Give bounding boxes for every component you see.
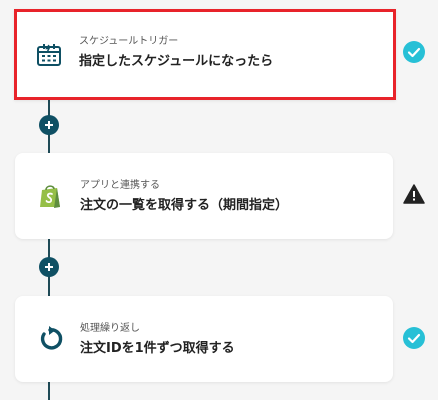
flow-step-shopify-get-orders[interactable]: アプリと連携する 注文の一覧を取得する（期間指定） (15, 153, 393, 239)
plus-icon (45, 121, 53, 129)
loop-icon (35, 324, 65, 354)
flow-step-schedule-trigger[interactable]: スケジュールトリガー 指定したスケジュールになったら (14, 9, 396, 100)
add-step-button[interactable] (39, 257, 59, 277)
plus-icon (45, 263, 53, 271)
flow-step-loop[interactable]: 処理繰り返し 注文IDを1件ずつ取得する (15, 296, 393, 382)
step-subtitle: 処理繰り返し (80, 323, 140, 334)
success-check-icon (403, 41, 425, 63)
warning-icon (403, 183, 425, 205)
shopify-icon (35, 181, 65, 211)
step-subtitle: アプリと連携する (80, 180, 160, 191)
step-subtitle: スケジュールトリガー (79, 36, 179, 47)
step-title: 注文の一覧を取得する（期間指定） (80, 198, 289, 213)
success-check-icon (403, 327, 425, 349)
calendar-icon (34, 40, 64, 70)
add-step-button[interactable] (39, 115, 59, 135)
step-title: 注文IDを1件ずつ取得する (80, 341, 235, 356)
step-title: 指定したスケジュールになったら (79, 54, 274, 69)
